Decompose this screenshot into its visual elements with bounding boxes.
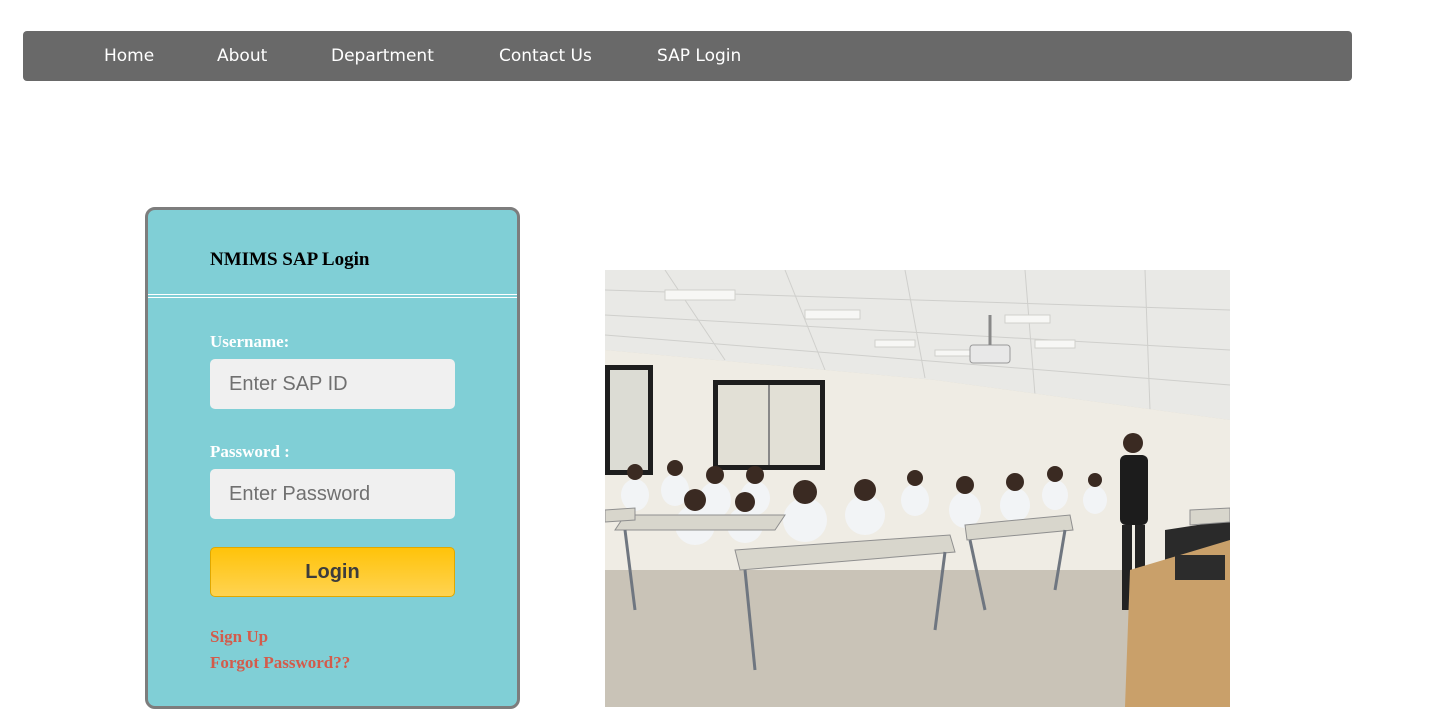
username-label: Username: <box>210 332 290 351</box>
forgot-password-link[interactable]: Forgot Password?? <box>210 653 350 673</box>
login-panel: NMIMS SAP Login Username: Password : Log… <box>145 207 520 709</box>
login-title: NMIMS SAP Login <box>210 249 370 270</box>
nav-department-link[interactable]: Department <box>331 46 434 66</box>
top-nav-bar: Home About Department Contact Us SAP Log… <box>23 31 1352 81</box>
login-button[interactable]: Login <box>210 547 455 597</box>
nav-contact-us-link[interactable]: Contact Us <box>499 46 592 66</box>
nav-sap-login-link[interactable]: SAP Login <box>657 46 741 66</box>
username-input[interactable] <box>210 359 455 409</box>
nav-about-link[interactable]: About <box>217 46 267 66</box>
sign-up-link[interactable]: Sign Up <box>210 627 268 647</box>
classroom-photo <box>605 270 1230 707</box>
password-label: Password : <box>210 442 290 461</box>
nav-home-link[interactable]: Home <box>104 46 154 66</box>
title-divider <box>148 294 517 298</box>
password-input[interactable] <box>210 469 455 519</box>
